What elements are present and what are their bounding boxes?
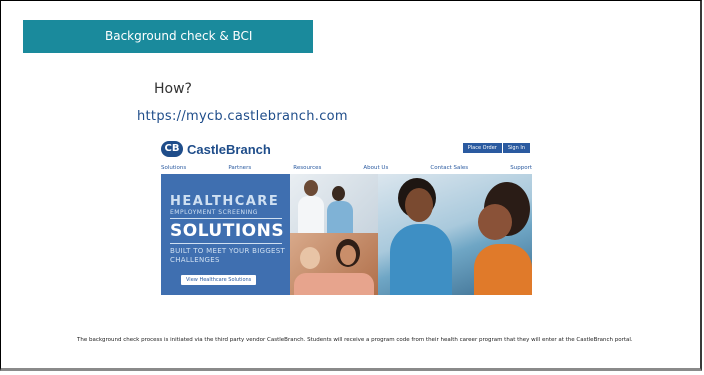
hero-healthcare: HEALTHCARE: [170, 194, 280, 209]
nav-item-partners[interactable]: Partners: [228, 165, 251, 171]
logo-mark-icon: CB: [161, 141, 183, 157]
slide-caption: The background check process is initiate…: [77, 337, 633, 343]
doctors-photo: [290, 174, 378, 233]
logo-text: CastleBranch: [187, 141, 271, 157]
hero-employment-screening: EMPLOYMENT SCREENING: [170, 209, 258, 216]
site-nav: Solutions Partners Resources About Us Co…: [161, 165, 532, 171]
view-healthcare-solutions-button[interactable]: View Healthcare Solutions: [181, 275, 257, 285]
hero-solutions: SOLUTIONS: [170, 221, 285, 241]
mother-child-photo: [290, 233, 378, 295]
hero-divider: [170, 243, 282, 244]
castlebranch-logo[interactable]: CB CastleBranch: [161, 140, 271, 158]
question-text: How?: [154, 81, 192, 97]
place-order-button[interactable]: Place Order: [461, 143, 502, 153]
hero-tagline: BUILT TO MEET YOUR BIGGEST CHALLENGES: [170, 247, 286, 264]
slide-title-banner: Background check & BCI: [23, 20, 313, 53]
nav-item-support[interactable]: Support: [510, 165, 532, 171]
top-buttons: Place Order Sign In: [461, 143, 530, 153]
sign-in-button[interactable]: Sign In: [501, 143, 530, 153]
nav-item-resources[interactable]: Resources: [293, 165, 321, 171]
website-screenshot: CB CastleBranch Place Order Sign In Solu…: [161, 135, 532, 295]
hero-divider: [170, 218, 282, 219]
nav-item-about-us[interactable]: About Us: [363, 165, 388, 171]
hero-banner: HEALTHCARE EMPLOYMENT SCREENING SOLUTION…: [161, 174, 532, 295]
hero-text-panel: HEALTHCARE EMPLOYMENT SCREENING SOLUTION…: [161, 174, 290, 295]
nurse-patient-photo: [378, 174, 532, 295]
nav-item-solutions[interactable]: Solutions: [161, 165, 186, 171]
castlebranch-link[interactable]: https://mycb.castlebranch.com: [137, 109, 348, 124]
nav-item-contact-sales[interactable]: Contact Sales: [430, 165, 468, 171]
